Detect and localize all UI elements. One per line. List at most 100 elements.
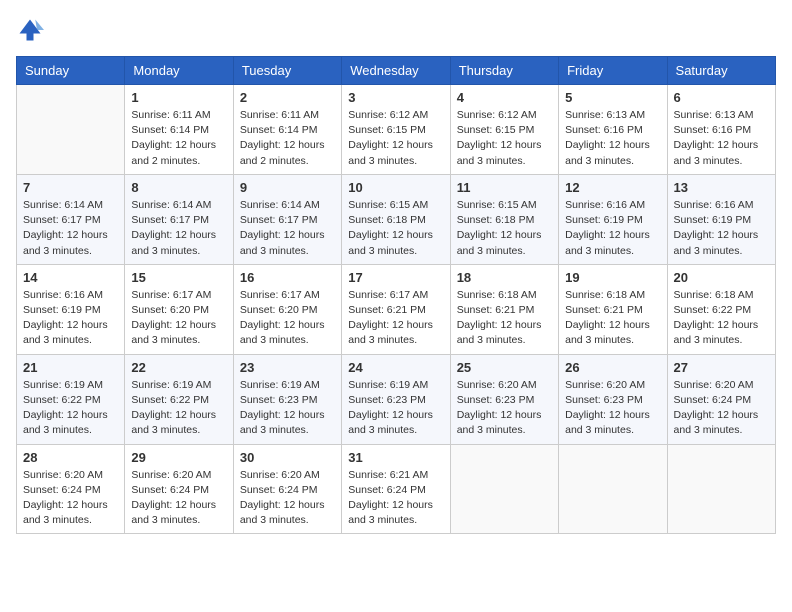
weekday-header: Saturday — [667, 57, 775, 85]
calendar-day-cell — [17, 85, 125, 175]
calendar-day-cell: 19 Sunrise: 6:18 AMSunset: 6:21 PMDayligh… — [559, 264, 667, 354]
day-number: 25 — [457, 360, 552, 375]
weekday-header: Wednesday — [342, 57, 450, 85]
day-info: Sunrise: 6:12 AMSunset: 6:15 PMDaylight:… — [348, 108, 443, 169]
day-info: Sunrise: 6:16 AMSunset: 6:19 PMDaylight:… — [23, 288, 118, 349]
day-info: Sunrise: 6:21 AMSunset: 6:24 PMDaylight:… — [348, 468, 443, 529]
day-number: 12 — [565, 180, 660, 195]
calendar-week-row: 21 Sunrise: 6:19 AMSunset: 6:22 PMDayligh… — [17, 354, 776, 444]
day-info: Sunrise: 6:20 AMSunset: 6:23 PMDaylight:… — [565, 378, 660, 439]
day-number: 10 — [348, 180, 443, 195]
calendar-day-cell: 6Sunrise: 6:13 AMSunset: 6:16 PMDaylight… — [667, 85, 775, 175]
calendar-day-cell: 11 Sunrise: 6:15 AMSunset: 6:18 PMDayligh… — [450, 174, 558, 264]
day-info: Sunrise: 6:17 AMSunset: 6:20 PMDaylight:… — [131, 288, 226, 349]
calendar-day-cell: 31 Sunrise: 6:21 AMSunset: 6:24 PMDayligh… — [342, 444, 450, 534]
calendar-day-cell: 9 Sunrise: 6:14 AMSunset: 6:17 PMDaylight… — [233, 174, 341, 264]
day-number: 4 — [457, 90, 552, 105]
calendar-day-cell: 26 Sunrise: 6:20 AMSunset: 6:23 PMDayligh… — [559, 354, 667, 444]
calendar-day-cell: 14 Sunrise: 6:16 AMSunset: 6:19 PMDayligh… — [17, 264, 125, 354]
day-number: 24 — [348, 360, 443, 375]
day-number: 1 — [131, 90, 226, 105]
logo-icon — [16, 16, 44, 44]
calendar-week-row: 1 Sunrise: 6:11 AMSunset: 6:14 PMDaylight… — [17, 85, 776, 175]
calendar-day-cell: 1 Sunrise: 6:11 AMSunset: 6:14 PMDaylight… — [125, 85, 233, 175]
calendar-day-cell: 30 Sunrise: 6:20 AMSunset: 6:24 PMDayligh… — [233, 444, 341, 534]
day-info: Sunrise: 6:14 AMSunset: 6:17 PMDaylight:… — [240, 198, 335, 259]
calendar-day-cell: 13 Sunrise: 6:16 AMSunset: 6:19 PMDayligh… — [667, 174, 775, 264]
day-number: 13 — [674, 180, 769, 195]
day-info: Sunrise: 6:11 AMSunset: 6:14 PMDaylight:… — [240, 108, 335, 169]
day-info: Sunrise: 6:14 AMSunset: 6:17 PMDaylight:… — [131, 198, 226, 259]
weekday-header: Monday — [125, 57, 233, 85]
day-number: 8 — [131, 180, 226, 195]
weekday-header: Friday — [559, 57, 667, 85]
day-number: 27 — [674, 360, 769, 375]
calendar-day-cell: 22 Sunrise: 6:19 AMSunset: 6:22 PMDayligh… — [125, 354, 233, 444]
day-number: 22 — [131, 360, 226, 375]
day-info: Sunrise: 6:19 AMSunset: 6:22 PMDaylight:… — [131, 378, 226, 439]
page-header — [16, 16, 776, 44]
day-number: 15 — [131, 270, 226, 285]
weekday-header: Thursday — [450, 57, 558, 85]
day-number: 3 — [348, 90, 443, 105]
calendar-day-cell: 5 Sunrise: 6:13 AMSunset: 6:16 PMDaylight… — [559, 85, 667, 175]
day-number: 7 — [23, 180, 118, 195]
day-info: Sunrise: 6:15 AMSunset: 6:18 PMDaylight:… — [348, 198, 443, 259]
day-number: 16 — [240, 270, 335, 285]
calendar-day-cell: 4 Sunrise: 6:12 AMSunset: 6:15 PMDaylight… — [450, 85, 558, 175]
weekday-header: Tuesday — [233, 57, 341, 85]
day-number: 26 — [565, 360, 660, 375]
calendar-day-cell: 12 Sunrise: 6:16 AMSunset: 6:19 PMDayligh… — [559, 174, 667, 264]
day-number: 29 — [131, 450, 226, 465]
calendar-day-cell: 10 Sunrise: 6:15 AMSunset: 6:18 PMDayligh… — [342, 174, 450, 264]
calendar-day-cell: 21Sunrise: 6:19 AMSunset: 6:22 PMDayligh… — [17, 354, 125, 444]
day-number: 31 — [348, 450, 443, 465]
calendar-week-row: 28Sunrise: 6:20 AMSunset: 6:24 PMDayligh… — [17, 444, 776, 534]
day-info: Sunrise: 6:11 AMSunset: 6:14 PMDaylight:… — [131, 108, 226, 169]
day-number: 20 — [674, 270, 769, 285]
day-number: 21 — [23, 360, 118, 375]
day-number: 11 — [457, 180, 552, 195]
calendar-day-cell: 24Sunrise: 6:19 AMSunset: 6:23 PMDayligh… — [342, 354, 450, 444]
calendar-day-cell — [667, 444, 775, 534]
calendar-day-cell — [559, 444, 667, 534]
logo — [16, 16, 48, 44]
calendar-day-cell — [450, 444, 558, 534]
calendar-day-cell: 20 Sunrise: 6:18 AMSunset: 6:22 PMDayligh… — [667, 264, 775, 354]
day-info: Sunrise: 6:20 AMSunset: 6:24 PMDaylight:… — [23, 468, 118, 529]
day-info: Sunrise: 6:18 AMSunset: 6:21 PMDaylight:… — [457, 288, 552, 349]
calendar-day-cell: 15 Sunrise: 6:17 AMSunset: 6:20 PMDayligh… — [125, 264, 233, 354]
calendar-day-cell: 16 Sunrise: 6:17 AMSunset: 6:20 PMDayligh… — [233, 264, 341, 354]
day-info: Sunrise: 6:18 AMSunset: 6:22 PMDaylight:… — [674, 288, 769, 349]
day-info: Sunrise: 6:12 AMSunset: 6:15 PMDaylight:… — [457, 108, 552, 169]
day-number: 18 — [457, 270, 552, 285]
day-info: Sunrise: 6:13 AMSunset: 6:16 PMDaylight:… — [674, 108, 769, 169]
calendar-week-row: 14 Sunrise: 6:16 AMSunset: 6:19 PMDayligh… — [17, 264, 776, 354]
calendar-table: SundayMondayTuesdayWednesdayThursdayFrid… — [16, 56, 776, 534]
day-info: Sunrise: 6:15 AMSunset: 6:18 PMDaylight:… — [457, 198, 552, 259]
day-info: Sunrise: 6:16 AMSunset: 6:19 PMDaylight:… — [565, 198, 660, 259]
calendar-day-cell: 25Sunrise: 6:20 AMSunset: 6:23 PMDayligh… — [450, 354, 558, 444]
calendar-day-cell: 2 Sunrise: 6:11 AMSunset: 6:14 PMDaylight… — [233, 85, 341, 175]
day-info: Sunrise: 6:17 AMSunset: 6:20 PMDaylight:… — [240, 288, 335, 349]
day-number: 5 — [565, 90, 660, 105]
calendar-day-cell: 29Sunrise: 6:20 AMSunset: 6:24 PMDayligh… — [125, 444, 233, 534]
day-info: Sunrise: 6:18 AMSunset: 6:21 PMDaylight:… — [565, 288, 660, 349]
day-number: 30 — [240, 450, 335, 465]
calendar-day-cell: 23Sunrise: 6:19 AMSunset: 6:23 PMDayligh… — [233, 354, 341, 444]
calendar-day-cell: 3 Sunrise: 6:12 AMSunset: 6:15 PMDaylight… — [342, 85, 450, 175]
day-number: 9 — [240, 180, 335, 195]
day-info: Sunrise: 6:14 AMSunset: 6:17 PMDaylight:… — [23, 198, 118, 259]
day-info: Sunrise: 6:20 AMSunset: 6:24 PMDaylight:… — [674, 378, 769, 439]
day-number: 19 — [565, 270, 660, 285]
day-info: Sunrise: 6:13 AMSunset: 6:16 PMDaylight:… — [565, 108, 660, 169]
day-info: Sunrise: 6:16 AMSunset: 6:19 PMDaylight:… — [674, 198, 769, 259]
calendar-header-row: SundayMondayTuesdayWednesdayThursdayFrid… — [17, 57, 776, 85]
calendar-day-cell: 7 Sunrise: 6:14 AMSunset: 6:17 PMDaylight… — [17, 174, 125, 264]
day-info: Sunrise: 6:19 AMSunset: 6:23 PMDaylight:… — [240, 378, 335, 439]
day-number: 2 — [240, 90, 335, 105]
calendar-day-cell: 17Sunrise: 6:17 AMSunset: 6:21 PMDayligh… — [342, 264, 450, 354]
day-number: 14 — [23, 270, 118, 285]
day-info: Sunrise: 6:20 AMSunset: 6:24 PMDaylight:… — [240, 468, 335, 529]
calendar-day-cell: 27 Sunrise: 6:20 AMSunset: 6:24 PMDayligh… — [667, 354, 775, 444]
